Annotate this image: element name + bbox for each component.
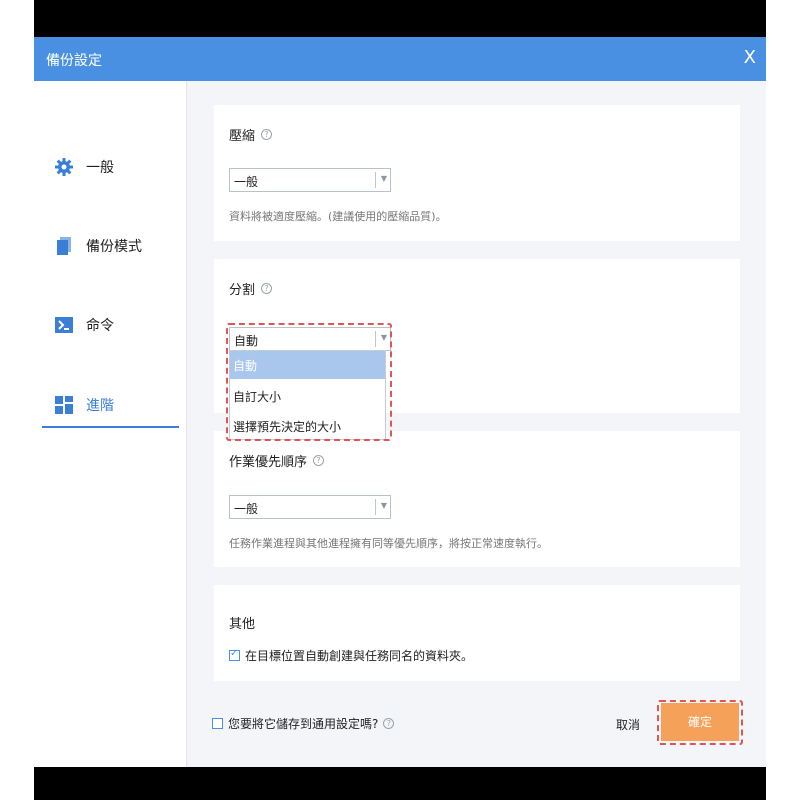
priority-title: 作業優先順序 ?: [229, 451, 325, 470]
active-tab-indicator: [42, 426, 179, 428]
split-select[interactable]: 自動 ▼: [229, 327, 391, 351]
grid-icon: [54, 395, 74, 415]
cancel-button[interactable]: 取消: [616, 716, 640, 733]
priority-select[interactable]: 一般 ▼: [229, 495, 391, 519]
help-icon[interactable]: ?: [261, 129, 273, 140]
other-title: 其他: [229, 617, 256, 632]
sidebar-item-label: 備份模式: [86, 239, 142, 255]
backup-settings-dialog: 備份設定 X 一般 備份模式 命令 進階 壓縮 ? 一般 ▼ 資料將被適度壓縮。…: [34, 37, 766, 767]
sidebar-item-general[interactable]: 一般: [54, 147, 180, 187]
dropdown-option-predefined-size[interactable]: 選擇預先決定的大小: [230, 412, 385, 440]
compression-title: 壓縮 ?: [229, 125, 273, 144]
chevron-down-icon: ▼: [380, 174, 387, 183]
checkbox-label: 在目標位置自動創建與任務同名的資料夾。: [245, 649, 474, 663]
sidebar: 一般 備份模式 命令 進階: [34, 81, 187, 767]
compression-description: 資料將被適度壓縮。(建議使用的壓縮品質)。: [229, 210, 447, 223]
sidebar-item-label: 進階: [86, 398, 114, 414]
priority-section: 作業優先順序 ? 一般 ▼ 任務作業進程與其他進程擁有同等優先順序，將按正常速度…: [214, 431, 740, 567]
ok-button[interactable]: 確定: [661, 703, 739, 741]
sidebar-item-backup-mode[interactable]: 備份模式: [54, 226, 180, 266]
chevron-down-icon: ▼: [380, 333, 387, 342]
compression-select[interactable]: 一般 ▼: [229, 168, 391, 192]
help-icon[interactable]: ?: [383, 718, 395, 729]
document-icon: [54, 236, 74, 256]
help-icon[interactable]: ?: [313, 455, 325, 466]
compression-section: 壓縮 ? 一般 ▼ 資料將被適度壓縮。(建議使用的壓縮品質)。: [214, 105, 740, 241]
dropdown-option-custom-size[interactable]: 自訂大小: [230, 382, 385, 410]
priority-description: 任務作業進程與其他進程擁有同等優先順序，將按正常速度執行。: [229, 537, 548, 550]
top-black-bar: [34, 0, 766, 37]
dialog-title: 備份設定: [46, 53, 102, 69]
create-folder-checkbox[interactable]: [229, 648, 240, 661]
split-title: 分割 ?: [229, 279, 273, 298]
bottom-black-bar: [34, 767, 766, 800]
chevron-down-icon: ▼: [380, 501, 387, 510]
terminal-icon: [54, 315, 74, 335]
save-default-row[interactable]: 您要將它儲存到通用設定嗎? ?: [212, 715, 395, 732]
sidebar-item-advanced[interactable]: 進階: [54, 385, 180, 425]
sidebar-item-label: 一般: [86, 160, 114, 176]
save-default-label: 您要將它儲存到通用設定嗎?: [228, 717, 379, 731]
create-folder-checkbox-row[interactable]: 在目標位置自動創建與任務同名的資料夾。: [229, 647, 473, 664]
split-dropdown-list: 自動 自訂大小 選擇預先決定的大小: [229, 350, 386, 440]
other-section: 其他 在目標位置自動創建與任務同名的資料夾。: [214, 585, 740, 681]
help-icon[interactable]: ?: [261, 283, 273, 294]
sidebar-item-label: 命令: [86, 318, 114, 334]
close-icon[interactable]: X: [744, 47, 756, 68]
dialog-titlebar: 備份設定 X: [34, 37, 766, 81]
dropdown-option-auto[interactable]: 自動: [230, 351, 385, 379]
sidebar-item-command[interactable]: 命令: [54, 305, 180, 345]
save-default-checkbox[interactable]: [212, 718, 223, 729]
gear-icon: [54, 157, 74, 177]
